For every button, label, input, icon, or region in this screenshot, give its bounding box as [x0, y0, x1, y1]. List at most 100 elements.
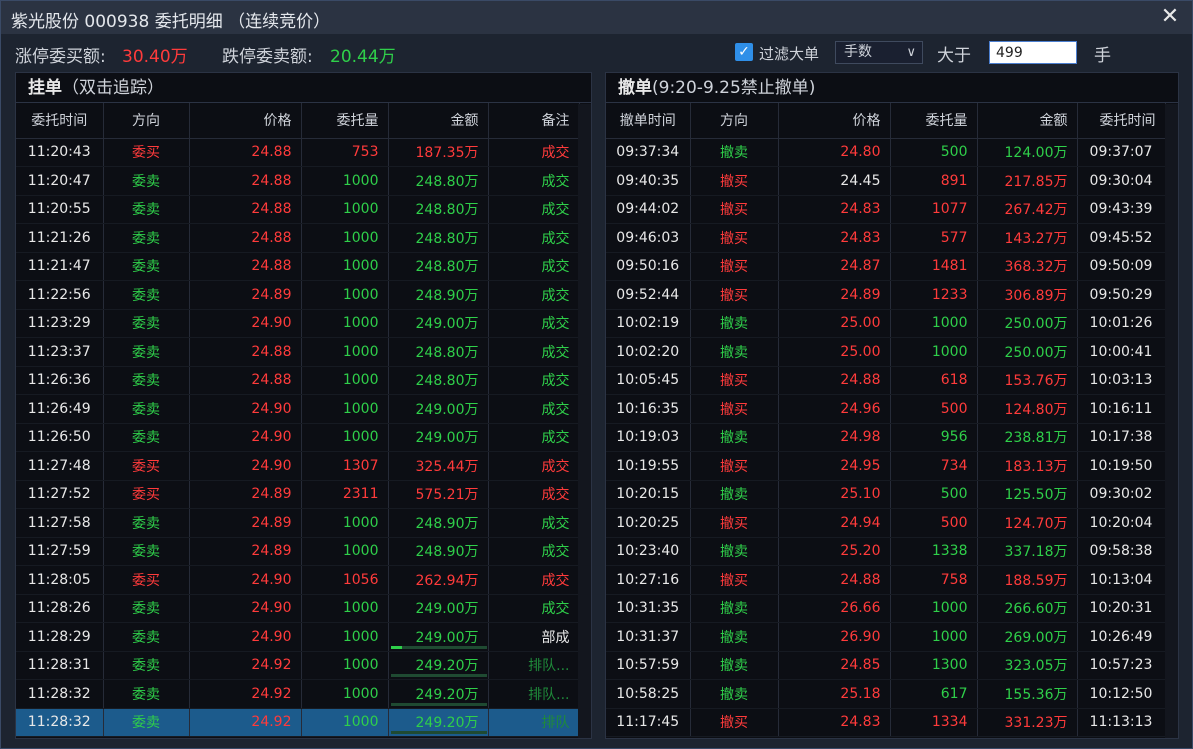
cancelled-order-row[interactable]: 09:46:03 撤买 24.83 577 143.27万 09:45:52 — [606, 223, 1166, 253]
pending-order-row[interactable]: 11:20:43 委买 24.88 753 187.35万 成交 — [16, 138, 580, 167]
cancelled-order-row[interactable]: 10:27:16 撤买 24.88 758 188.59万 10:13:04 — [606, 565, 1166, 595]
cancelled-order-row[interactable]: 09:52:44 撤买 24.89 1233 306.89万 09:50:29 — [606, 280, 1166, 310]
pending-order-row[interactable]: 11:20:47 委卖 24.88 1000 248.80万 成交 — [16, 166, 580, 196]
filter-large-orders-label[interactable]: 过滤大单 — [759, 43, 819, 64]
order-quantity: 1000 — [301, 366, 389, 395]
greater-than-label: 大于 — [937, 46, 971, 66]
pending-order-row[interactable]: 11:26:50 委卖 24.90 1000 249.00万 成交 — [16, 423, 580, 452]
order-time: 11:26:50 — [16, 423, 104, 452]
pending-order-row[interactable]: 11:23:29 委卖 24.90 1000 249.00万 成交 — [16, 309, 580, 338]
cancel-order-time: 09:37:07 — [1077, 138, 1166, 167]
order-note: 成交 — [488, 280, 580, 310]
pending-order-row[interactable]: 11:27:52 委买 24.89 2311 575.21万 成交 — [16, 480, 580, 509]
pending-orders-scrollbar[interactable] — [578, 104, 591, 738]
pending-order-row[interactable]: 11:23:37 委卖 24.88 1000 248.80万 成交 — [16, 337, 580, 367]
cancelled-order-row[interactable]: 10:23:40 撤卖 25.20 1338 337.18万 09:58:38 — [606, 537, 1166, 566]
order-time: 11:23:29 — [16, 309, 104, 338]
order-time: 11:27:59 — [16, 537, 104, 566]
order-price: 24.89 — [189, 280, 302, 310]
order-direction: 委卖 — [103, 166, 190, 196]
order-note: 成交 — [488, 252, 580, 281]
order-time: 11:27:48 — [16, 451, 104, 481]
order-price: 24.89 — [189, 480, 302, 509]
pending-order-row[interactable]: 11:28:31 委卖 24.92 1000 249.20万 排队... — [16, 651, 580, 680]
close-icon[interactable]: ✕ — [1158, 4, 1182, 30]
pending-order-row[interactable]: 11:20:55 委卖 24.88 1000 248.80万 成交 — [16, 195, 580, 224]
pending-order-row[interactable]: 11:28:32 委卖 24.92 1000 249.20万 排队... — [16, 679, 580, 709]
cancelled-orders-panel: 撤单(9:20-9.25禁止撤单) 撤单时间 方向 价格 委托量 金额 委托时间 09:3… — [605, 72, 1179, 739]
pending-order-row[interactable]: 11:21:47 委卖 24.88 1000 248.80万 成交 — [16, 252, 580, 281]
cancelled-order-row[interactable]: 09:37:34 撤卖 24.80 500 124.00万 09:37:07 — [606, 138, 1166, 167]
order-time: 11:28:31 — [16, 651, 104, 680]
pending-order-row[interactable]: 11:26:36 委卖 24.88 1000 248.80万 成交 — [16, 366, 580, 395]
pending-order-row[interactable]: 11:26:49 委卖 24.90 1000 249.00万 成交 — [16, 394, 580, 424]
unit-select[interactable]: 手数 ∨ — [835, 41, 923, 64]
cancelled-order-row[interactable]: 10:19:03 撤卖 24.98 956 238.81万 10:17:38 — [606, 423, 1166, 452]
order-detail-window: 紫光股份 000938 委托明细 （连续竞价） ✕ 涨停委买额: 30.40万 … — [0, 0, 1193, 749]
pending-order-row[interactable]: 11:21:26 委卖 24.88 1000 248.80万 成交 — [16, 223, 580, 253]
cancelled-order-row[interactable]: 09:50:16 撤买 24.87 1481 368.32万 09:50:09 — [606, 252, 1166, 281]
cancelled-order-row[interactable]: 09:40:35 撤买 24.45 891 217.85万 09:30:04 — [606, 166, 1166, 196]
order-direction: 委买 — [103, 451, 190, 481]
cancel-time: 10:57:59 — [606, 651, 691, 680]
order-time: 11:28:32 — [16, 679, 104, 709]
cancelled-order-row[interactable]: 11:17:45 撤买 24.83 1334 331.23万 11:13:13 — [606, 708, 1166, 737]
pending-order-row[interactable]: 11:28:26 委卖 24.90 1000 249.00万 成交 — [16, 594, 580, 623]
order-time: 11:20:55 — [16, 195, 104, 224]
cancel-quantity: 891 — [890, 166, 978, 196]
cancelled-order-row[interactable]: 10:19:55 撤买 24.95 734 183.13万 10:19:50 — [606, 451, 1166, 481]
cancelled-order-row[interactable]: 10:58:25 撤卖 25.18 617 155.36万 10:12:50 — [606, 679, 1166, 709]
pending-order-row[interactable]: 11:28:29 委卖 24.90 1000 249.00万 部成 — [16, 622, 580, 652]
order-direction: 委卖 — [103, 508, 190, 538]
cancelled-order-row[interactable]: 10:02:19 撤卖 25.00 1000 250.00万 10:01:26 — [606, 309, 1166, 338]
order-amount: 249.00万 — [388, 423, 489, 452]
pending-order-row[interactable]: 11:27:58 委卖 24.89 1000 248.90万 成交 — [16, 508, 580, 538]
cancelled-order-row[interactable]: 10:16:35 撤买 24.96 500 124.80万 10:16:11 — [606, 394, 1166, 424]
order-amount: 249.00万 — [388, 622, 489, 652]
order-amount: 248.80万 — [388, 252, 489, 281]
pending-orders-subtitle: （双击追踪） — [62, 78, 164, 98]
cancelled-order-row[interactable]: 10:02:20 撤卖 25.00 1000 250.00万 10:00:41 — [606, 337, 1166, 367]
filter-large-orders-checkbox[interactable]: ✓ — [735, 43, 753, 61]
order-direction: 委卖 — [103, 366, 190, 395]
order-amount: 249.00万 — [388, 309, 489, 338]
cancelled-order-row[interactable]: 10:31:35 撤卖 26.66 1000 266.60万 10:20:31 — [606, 594, 1166, 623]
pending-order-row[interactable]: 11:22:56 委卖 24.89 1000 248.90万 成交 — [16, 280, 580, 310]
order-note: 排队... — [488, 679, 580, 709]
pending-order-row[interactable]: 11:28:32 委卖 24.92 1000 249.20万 排队 — [16, 708, 580, 737]
order-quantity: 1056 — [301, 565, 389, 595]
cancel-time: 09:37:34 — [606, 138, 691, 167]
cancel-direction: 撤买 — [690, 280, 779, 310]
order-time: 11:21:47 — [16, 252, 104, 281]
order-price: 24.90 — [189, 594, 302, 623]
cancel-order-time: 10:03:13 — [1077, 366, 1166, 395]
order-direction: 委卖 — [103, 537, 190, 566]
cancelled-order-row[interactable]: 10:05:45 撤买 24.88 618 153.76万 10:03:13 — [606, 366, 1166, 395]
threshold-input[interactable] — [989, 41, 1077, 64]
order-quantity: 753 — [301, 138, 389, 167]
order-amount: 249.00万 — [388, 594, 489, 623]
cancel-order-time: 10:20:04 — [1077, 508, 1166, 538]
pending-order-row[interactable]: 11:28:05 委买 24.90 1056 262.94万 成交 — [16, 565, 580, 595]
order-quantity: 1000 — [301, 166, 389, 196]
order-note: 部成 — [488, 622, 580, 652]
cancel-price: 25.10 — [778, 480, 891, 509]
cancel-time: 09:46:03 — [606, 223, 691, 253]
order-note: 排队... — [488, 651, 580, 680]
cancelled-order-row[interactable]: 09:44:02 撤买 24.83 1077 267.42万 09:43:39 — [606, 195, 1166, 224]
cancelled-orders-scrollbar[interactable] — [1165, 104, 1178, 738]
cancelled-order-row[interactable]: 10:20:25 撤买 24.94 500 124.70万 10:20:04 — [606, 508, 1166, 538]
cancelled-order-row[interactable]: 10:31:37 撤卖 26.90 1000 269.00万 10:26:49 — [606, 622, 1166, 652]
left-column-header: 方向 — [103, 103, 190, 139]
cancelled-order-row[interactable]: 10:20:15 撤卖 25.10 500 125.50万 09:30:02 — [606, 480, 1166, 509]
cancel-price: 24.83 — [778, 195, 891, 224]
pending-order-row[interactable]: 11:27:59 委卖 24.89 1000 248.90万 成交 — [16, 537, 580, 566]
cancel-amount: 323.05万 — [977, 651, 1078, 680]
chevron-down-icon: ∨ — [906, 45, 916, 60]
pending-order-row[interactable]: 11:27:48 委买 24.90 1307 325.44万 成交 — [16, 451, 580, 481]
order-quantity: 1000 — [301, 508, 389, 538]
cancel-time: 10:20:25 — [606, 508, 691, 538]
order-amount: 249.20万 — [388, 679, 489, 709]
cancelled-order-row[interactable]: 10:57:59 撤卖 24.85 1300 323.05万 10:57:23 — [606, 651, 1166, 680]
cancel-order-time: 10:00:41 — [1077, 337, 1166, 367]
